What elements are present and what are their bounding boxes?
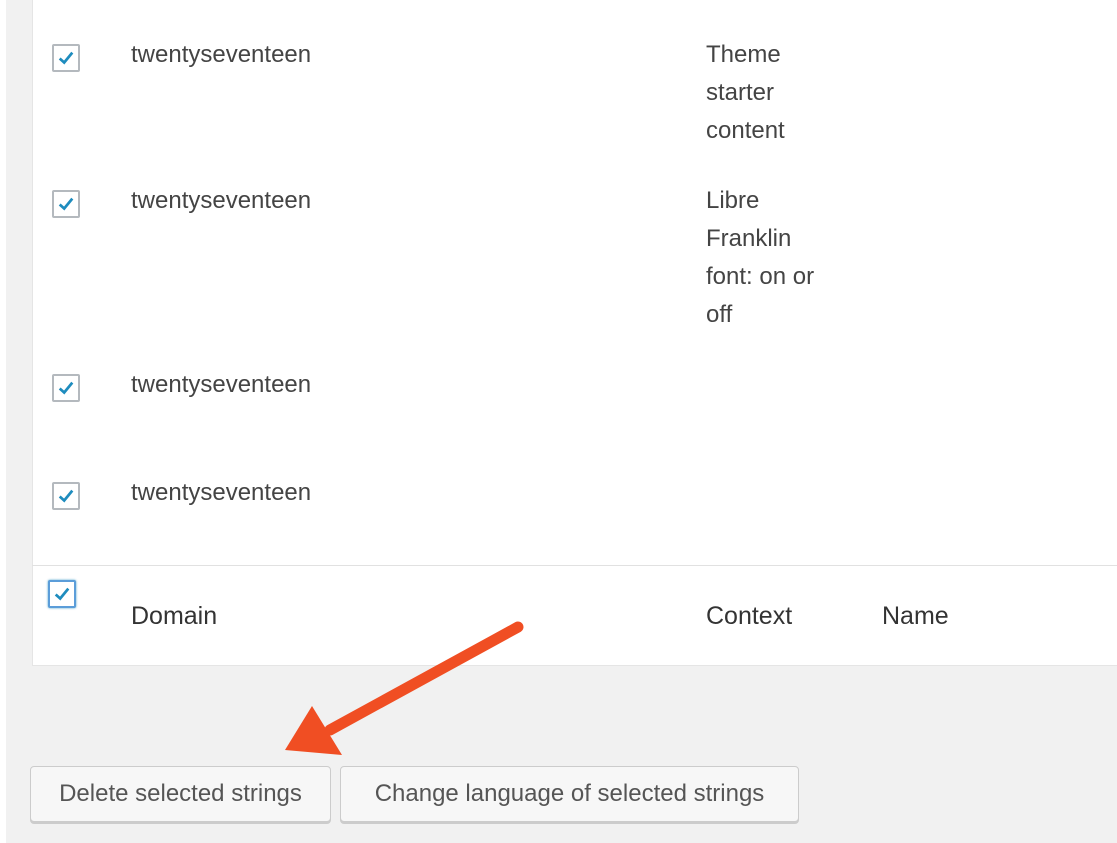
row-domain: twentyseventeen <box>131 479 312 506</box>
checkmark-icon <box>58 51 74 65</box>
checkmark-icon <box>58 381 74 395</box>
row-checkbox[interactable] <box>52 374 80 402</box>
row-domain: twentyseventeen <box>131 371 312 398</box>
column-header-domain[interactable]: Domain <box>131 602 217 631</box>
page-edge <box>0 0 6 843</box>
row-checkbox[interactable] <box>52 482 80 510</box>
column-header-context[interactable]: Context <box>706 602 792 631</box>
checkmark-icon <box>54 587 70 601</box>
row-domain: twentyseventeen <box>131 41 312 68</box>
row-domain: twentyseventeen <box>131 187 312 214</box>
change-language-button[interactable]: Change language of selected strings <box>340 766 799 822</box>
row-context: Libre Franklin font: on or off <box>706 187 815 328</box>
checkmark-icon <box>58 197 74 211</box>
column-header-name[interactable]: Name <box>882 602 949 631</box>
select-all-checkbox[interactable] <box>48 580 76 608</box>
checkmark-icon <box>58 489 74 503</box>
strings-table <box>32 0 1117 666</box>
delete-selected-strings-button[interactable]: Delete selected strings <box>30 766 331 822</box>
row-checkbox[interactable] <box>52 190 80 218</box>
row-checkbox[interactable] <box>52 44 80 72</box>
footer-divider <box>32 565 1117 566</box>
row-context: Theme starter content <box>706 41 785 144</box>
